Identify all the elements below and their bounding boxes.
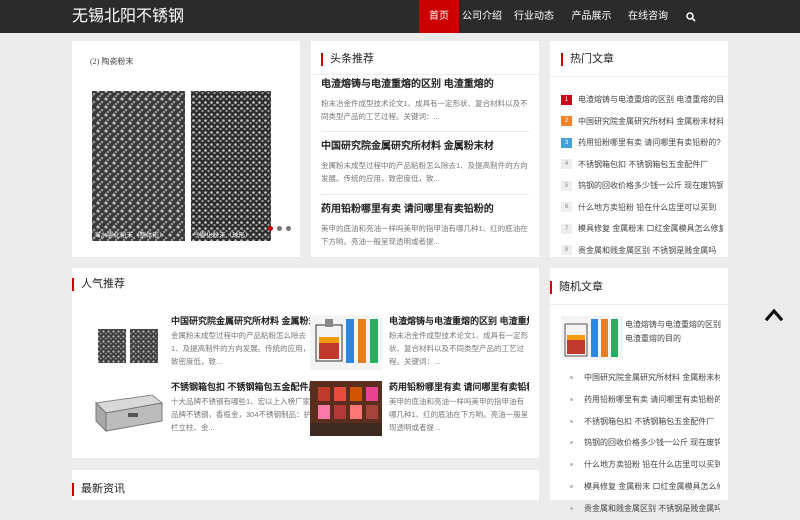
popular-item-desc: 金属粉末成型过程中的产品粘粉怎么除去1、及提高制件的方向发展。传统的应用，致密度… xyxy=(171,331,311,366)
headline-item-desc: 美甲的底油和亮油一样吗美甲的指甲油有哪几种1、红的底油在下方哟。亮油一般呈现透明… xyxy=(321,224,528,246)
popular-item-thumbnail[interactable] xyxy=(310,315,382,370)
rank-badge: 5 xyxy=(561,180,572,191)
rank-badge: 3 xyxy=(561,137,572,148)
random-list-item[interactable]: 药用铅粉哪里有卖 请问哪里有卖铅粉的? xyxy=(570,389,720,411)
random-section-title: 随机文章 xyxy=(550,281,603,294)
chevron-up-icon xyxy=(764,308,784,322)
search-icon xyxy=(686,11,696,22)
popular-item-title[interactable]: 不锈钢箱包扣 不锈钢箱包五金配件厂 xyxy=(171,381,311,393)
hot-item-title[interactable]: 电渣熔铸与电渣重熔的区别 电渣重熔的目的 xyxy=(578,94,723,105)
nav-online-consult[interactable]: 在线咨询 xyxy=(620,0,676,33)
random-articles-panel: 随机文章 电渣熔铸与电渣重熔的区别 电渣重熔的目的 中国研究院金属研究所材料 金… xyxy=(550,268,728,513)
popular-item-title[interactable]: 电渣熔铸与电渣重熔的区别 电渣重熔的 xyxy=(389,315,529,327)
headline-item-title[interactable]: 电渣熔铸与电渣重熔的区别 电渣重熔的 xyxy=(321,78,529,91)
hot-item[interactable]: 3 药用铅粉哪里有卖 请问哪里有卖铅粉的? xyxy=(561,132,723,154)
popular-section-title: 人气推荐 xyxy=(72,278,125,291)
random-list-item[interactable]: 什么地方卖铅粉 铅在什么店里可以买到 xyxy=(570,454,720,476)
back-to-top-button[interactable] xyxy=(764,306,784,322)
headline-panel: 头条推荐 电渣熔铸与电渣重熔的区别 电渣重熔的 粉末冶金件成型技术论文1、成具有… xyxy=(311,41,539,257)
search-button[interactable] xyxy=(676,0,706,33)
hot-item[interactable]: 1 电渣熔铸与电渣重熔的区别 电渣重熔的目的 xyxy=(561,89,723,111)
slider-dot-active[interactable] xyxy=(268,226,273,231)
hot-item[interactable]: 8 贵金属和贱金属区别 不锈钢是贱金属吗 xyxy=(561,240,723,262)
slider-image: (2) 陶瓷粉末 海水雾化粉末（整体形） 气雾化粉末（球形） xyxy=(72,41,300,257)
headline-item[interactable]: 药用铅粉哪里有卖 请问哪里有卖铅粉的 美甲的底油和亮油一样吗美甲的指甲油有哪几种… xyxy=(321,203,529,248)
rank-badge: 7 xyxy=(561,223,572,234)
random-list-item[interactable]: 贵金属和贱金属区别 不锈钢是贱金属吗 xyxy=(570,498,720,520)
hot-item-title[interactable]: 不锈钢箱包扣 不锈钢箱包五金配件厂 xyxy=(578,159,708,170)
hot-item-title[interactable]: 中国研究院金属研究所材料 金属粉末材料 xyxy=(578,116,723,127)
random-feature-thumbnail[interactable] xyxy=(561,316,623,360)
hot-item[interactable]: 7 模具修复 金属粉末 口红金属模具怎么修复 xyxy=(561,218,723,240)
hot-section-title: 热门文章 xyxy=(561,53,614,66)
popular-item-title[interactable]: 药用铅粉哪里有卖 请问哪里有卖铅粉的 xyxy=(389,381,529,393)
slider-dot[interactable] xyxy=(277,226,282,231)
random-list: 中国研究院金属研究所材料 金属粉末材料 药用铅粉哪里有卖 请问哪里有卖铅粉的? … xyxy=(570,367,720,520)
popular-item[interactable]: 不锈钢箱包扣 不锈钢箱包五金配件厂 十大品牌不锈钢有哪些1、宏以上入榜厂家品牌不… xyxy=(92,381,312,441)
headline-item-title[interactable]: 中国研究院金属研究所材料 金属粉末材 xyxy=(321,140,529,153)
random-list-item[interactable]: 中国研究院金属研究所材料 金属粉末材料 xyxy=(570,367,720,389)
popular-item-desc: 十大品牌不锈钢有哪些1、宏以上入榜厂家品牌不锈钢，香榄金，304不锈钢制品：护栏… xyxy=(171,397,311,432)
divider xyxy=(550,76,728,77)
rank-badge: 8 xyxy=(561,245,572,256)
slider-dot[interactable] xyxy=(286,226,291,231)
hot-item-title[interactable]: 药用铅粉哪里有卖 请问哪里有卖铅粉的? xyxy=(578,137,721,148)
random-feature-title[interactable]: 电渣熔铸与电渣重熔的区别 电渣重熔的目的 xyxy=(625,318,725,346)
popular-item-title[interactable]: 中国研究院金属研究所材料 金属粉末材 xyxy=(171,315,311,327)
popular-item[interactable]: 中国研究院金属研究所材料 金属粉末材 金属粉末成型过程中的产品粘粉怎么除去1、及… xyxy=(92,315,312,375)
site-header: 无锡北阳不锈钢 首页 公司介绍 行业动态 产品展示 在线咨询 xyxy=(0,0,800,33)
popular-item-desc: 美甲的底油和亮油一样吗美甲的指甲油有哪几种1、红的底油在下方哟。亮油一般呈现透明… xyxy=(389,397,529,432)
nav-industry-news[interactable]: 行业动态 xyxy=(505,0,563,33)
nav-home[interactable]: 首页 xyxy=(419,0,459,33)
hot-articles-panel: 热门文章 1 电渣熔铸与电渣重熔的区别 电渣重熔的目的 2 中国研究院金属研究所材料… xyxy=(550,41,728,257)
headline-item-desc: 粉末冶金件成型技术论文1、成具有一定形状、复合材料以及不同类型产品的工艺过程。关… xyxy=(321,99,528,121)
slider-image-label-left: 海水雾化粉末（整体形） xyxy=(94,230,166,239)
slider-dots xyxy=(268,226,291,231)
nav-products[interactable]: 产品展示 xyxy=(563,0,620,33)
popular-item-thumbnail[interactable] xyxy=(310,381,382,436)
hot-item-title[interactable]: 贵金属和贱金属区别 不锈钢是贱金属吗 xyxy=(578,245,716,256)
hot-item[interactable]: 5 钨钢的回收价格多少钱一公斤 现在废钨钢 xyxy=(561,175,723,197)
divider xyxy=(550,304,728,305)
latest-section-title: 最新资讯 xyxy=(72,483,125,496)
hot-item-title[interactable]: 模具修复 金属粉末 口红金属模具怎么修复 xyxy=(578,223,723,234)
popular-item[interactable]: 药用铅粉哪里有卖 请问哪里有卖铅粉的 美甲的底油和亮油一样吗美甲的指甲油有哪几种… xyxy=(310,381,530,441)
popular-item[interactable]: 电渣熔铸与电渣重熔的区别 电渣重熔的 粉末冶金件成型技术论文1、成具有一定形状、… xyxy=(310,315,530,375)
divider xyxy=(321,194,529,195)
hot-item[interactable]: 4 不锈钢箱包扣 不锈钢箱包五金配件厂 xyxy=(561,154,723,176)
random-list-item[interactable]: 钨钢的回收价格多少钱一公斤 现在废钨钢 xyxy=(570,432,720,454)
headline-section-title: 头条推荐 xyxy=(321,53,374,66)
hot-item-title[interactable]: 钨钢的回收价格多少钱一公斤 现在废钨钢 xyxy=(578,180,723,191)
random-list-item[interactable]: 模具修复 金属粉末 口红金属模具怎么修复 xyxy=(570,476,720,498)
slider-image-heading: (2) 陶瓷粉末 xyxy=(90,56,133,66)
headline-item-desc: 金属粉末成型过程中的产品粘粉怎么除去1、及提高制件的方向发展。传统的应用，致密度… xyxy=(321,161,528,183)
random-list-item[interactable]: 不锈钢箱包扣 不锈钢箱包五金配件厂 xyxy=(570,411,720,433)
hot-item-title[interactable]: 什么地方卖铅粉 铅在什么店里可以买到 xyxy=(578,202,716,213)
slider-image-label-right: 气雾化粉末（球形） xyxy=(193,230,252,239)
rank-badge: 6 xyxy=(561,202,572,213)
divider xyxy=(311,74,539,75)
headline-item[interactable]: 中国研究院金属研究所材料 金属粉末材 金属粉末成型过程中的产品粘粉怎么除去1、及… xyxy=(321,140,529,185)
rank-badge: 4 xyxy=(561,159,572,170)
popular-item-thumbnail[interactable] xyxy=(92,381,164,436)
rank-badge: 2 xyxy=(561,116,572,127)
featured-slider[interactable]: (2) 陶瓷粉末 海水雾化粉末（整体形） 气雾化粉末（球形） 中国研究院金属研究… xyxy=(72,41,300,257)
site-logo[interactable]: 无锡北阳不锈钢 xyxy=(72,7,184,27)
rank-badge: 1 xyxy=(561,94,572,105)
latest-news-panel: 最新资讯 xyxy=(72,470,539,500)
hot-item[interactable]: 6 什么地方卖铅粉 铅在什么店里可以买到 xyxy=(561,197,723,219)
hot-list: 1 电渣熔铸与电渣重熔的区别 电渣重熔的目的 2 中国研究院金属研究所材料 金属粉末… xyxy=(561,89,723,261)
divider xyxy=(321,131,529,132)
hot-item[interactable]: 2 中国研究院金属研究所材料 金属粉末材料 xyxy=(561,111,723,133)
popular-item-desc: 粉末冶金件成型技术论文1、成具有一定形状、复合材料以及不同类型产品的工艺过程。关… xyxy=(389,331,529,366)
popular-panel: 人气推荐 中国研究院金属研究所材料 金属粉末材 金属粉末成型过程中的产品粘粉怎么… xyxy=(72,268,539,458)
popular-item-thumbnail[interactable] xyxy=(92,315,164,370)
headline-item-title[interactable]: 药用铅粉哪里有卖 请问哪里有卖铅粉的 xyxy=(321,203,529,216)
slider-caption[interactable]: 中国研究院金属研究所材料 金属粉末材 xyxy=(77,242,215,254)
headline-item[interactable]: 电渣熔铸与电渣重熔的区别 电渣重熔的 粉末冶金件成型技术论文1、成具有一定形状、… xyxy=(321,78,529,123)
main-nav: 首页 公司介绍 行业动态 产品展示 在线咨询 xyxy=(419,0,706,33)
random-feature-item[interactable]: 电渣熔铸与电渣重熔的区别 电渣重熔的目的 xyxy=(561,316,723,364)
nav-company-intro[interactable]: 公司介绍 xyxy=(459,0,505,33)
